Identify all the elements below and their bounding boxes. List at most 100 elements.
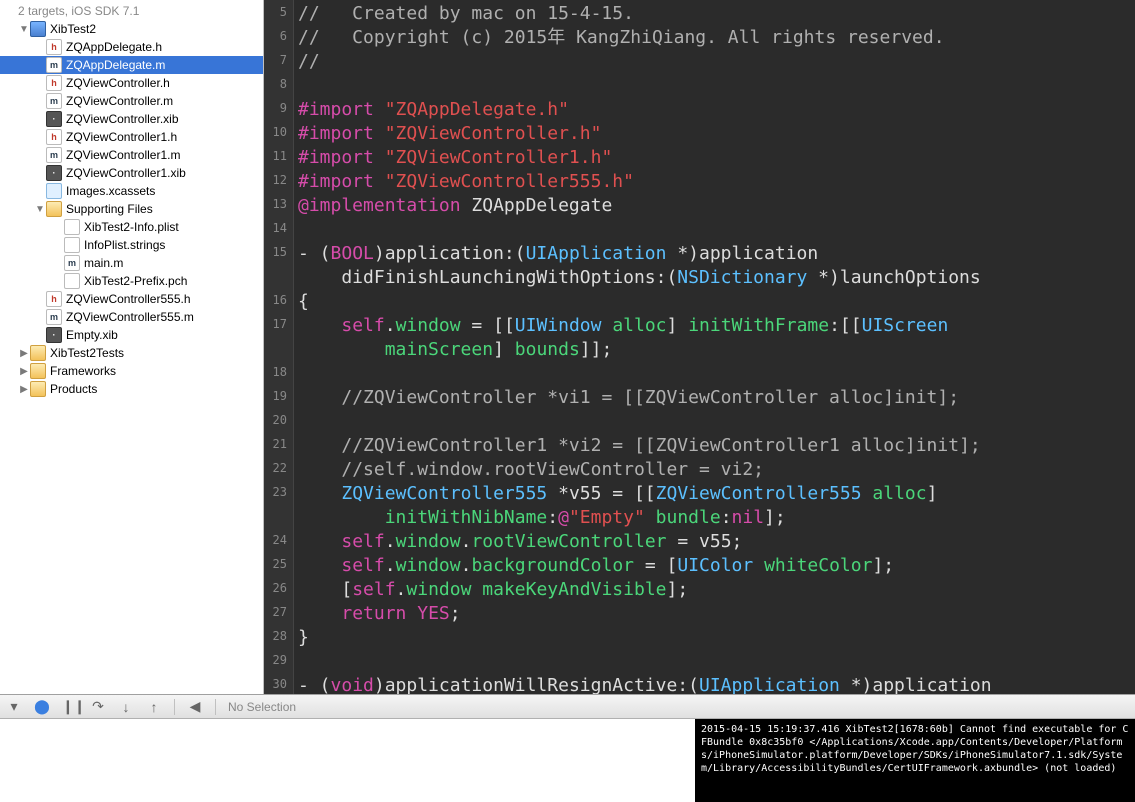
line-number: 28	[264, 624, 287, 648]
disclosure-triangle[interactable]	[18, 384, 30, 395]
assets-icon	[46, 183, 62, 199]
line-number: 13	[264, 192, 287, 216]
tree-item[interactable]: h ZQViewController1.h	[0, 128, 263, 146]
m-icon: m	[46, 93, 62, 109]
code-line[interactable]: //ZQViewController1 *vi2 = [[ZQViewContr…	[298, 434, 1131, 458]
folder-icon	[30, 363, 46, 379]
h-icon: h	[46, 129, 62, 145]
code-line[interactable]: - (BOOL)application:(UIApplication *)app…	[298, 242, 1131, 290]
code-line[interactable]: #import "ZQViewController.h"	[298, 122, 1131, 146]
line-gutter: 5678910111213141516171819202122232425262…	[264, 0, 294, 694]
source-editor[interactable]: 5678910111213141516171819202122232425262…	[264, 0, 1135, 694]
line-number: 7	[264, 48, 287, 72]
plist-icon	[64, 273, 80, 289]
tree-item[interactable]: Supporting Files	[0, 200, 263, 218]
code-line[interactable]	[298, 362, 1131, 386]
code-line[interactable]	[298, 650, 1131, 674]
tree-item[interactable]: ·ZQViewController1.xib	[0, 164, 263, 182]
step-out-icon[interactable]: ↑	[146, 699, 162, 715]
code-line[interactable]: #import "ZQViewController555.h"	[298, 170, 1131, 194]
tree-item-label: Products	[50, 382, 97, 396]
code-line[interactable]: #import "ZQAppDelegate.h"	[298, 98, 1131, 122]
line-number: 5	[264, 0, 287, 24]
code-line[interactable]	[298, 410, 1131, 434]
tree-item[interactable]: Images.xcassets	[0, 182, 263, 200]
location-icon[interactable]: ◀	[187, 698, 203, 715]
code-content[interactable]: // Created by mac on 15-4-15.// Copyrigh…	[294, 0, 1135, 694]
code-line[interactable]: self.window = [[UIWindow alloc] initWith…	[298, 314, 1131, 362]
tree-item[interactable]: m ZQViewController.m	[0, 92, 263, 110]
tree-item[interactable]: Frameworks	[0, 362, 263, 380]
folder-icon	[30, 381, 46, 397]
code-line[interactable]: #import "ZQViewController1.h"	[298, 146, 1131, 170]
tree-item-label: XibTest2-Prefix.pch	[84, 274, 187, 288]
line-number: 30	[264, 672, 287, 694]
line-number: 8	[264, 72, 287, 96]
code-line[interactable]: ZQViewController555 *v55 = [[ZQViewContr…	[298, 482, 1131, 530]
code-line[interactable]: // Copyright (c) 2015年 KangZhiQiang. All…	[298, 26, 1131, 50]
line-number: 6	[264, 24, 287, 48]
toggle-debug-icon[interactable]: ▾	[6, 698, 22, 715]
tree-item[interactable]: hZQViewController.h	[0, 74, 263, 92]
tree-item-label: ZQViewController.xib	[66, 112, 179, 126]
m-icon: m	[46, 309, 62, 325]
disclosure-triangle[interactable]	[34, 204, 46, 215]
code-line[interactable]: {	[298, 290, 1131, 314]
code-line[interactable]	[298, 74, 1131, 98]
h-icon: h	[46, 291, 62, 307]
tree-item[interactable]: XibTest2-Info.plist	[0, 218, 263, 236]
tree-item[interactable]: XibTest2	[0, 20, 263, 38]
tree-item[interactable]: InfoPlist.strings	[0, 236, 263, 254]
tree-item-label: XibTest2	[50, 22, 96, 36]
step-over-icon[interactable]: ↷	[90, 698, 106, 715]
line-number: 21	[264, 432, 287, 456]
tree-item-label: ZQViewController1.m	[66, 148, 180, 162]
variables-view[interactable]	[0, 719, 695, 802]
tree-item[interactable]: h ZQViewController555.h	[0, 290, 263, 308]
line-number: 9	[264, 96, 287, 120]
line-number: 20	[264, 408, 287, 432]
console-output[interactable]: 2015-04-15 15:19:37.416 XibTest2[1678:60…	[695, 719, 1135, 802]
disclosure-triangle[interactable]	[18, 24, 30, 35]
tree-item[interactable]: mZQViewController1.m	[0, 146, 263, 164]
line-number: 14	[264, 216, 287, 240]
project-navigator[interactable]: 2 targets, iOS SDK 7.1 XibTest2hZQAppDel…	[0, 0, 264, 694]
tree-item[interactable]: XibTest2-Prefix.pch	[0, 272, 263, 290]
step-in-icon[interactable]: ↓	[118, 699, 134, 715]
tree-item-label: ZQViewController1.h	[66, 130, 177, 144]
code-line[interactable]: @implementation ZQAppDelegate	[298, 194, 1131, 218]
tree-item[interactable]: mZQViewController555.m	[0, 308, 263, 326]
tree-item[interactable]: hZQAppDelegate.h	[0, 38, 263, 56]
tree-item-label: ZQViewController.h	[66, 76, 170, 90]
tree-item[interactable]: XibTest2Tests	[0, 344, 263, 362]
code-line[interactable]: [self.window makeKeyAndVisible];	[298, 578, 1131, 602]
line-number: 24	[264, 528, 287, 552]
tree-item[interactable]: mmain.m	[0, 254, 263, 272]
disclosure-triangle[interactable]	[18, 348, 30, 359]
code-line[interactable]: return YES;	[298, 602, 1131, 626]
pause-icon[interactable]: ❙❙	[62, 698, 78, 715]
tree-item-label: ZQViewController555.h	[66, 292, 191, 306]
line-number: 12	[264, 168, 287, 192]
code-line[interactable]	[298, 218, 1131, 242]
code-line[interactable]: self.window.rootViewController = v55;	[298, 530, 1131, 554]
tree-item-label: ZQViewController.m	[66, 94, 173, 108]
breakpoint-icon[interactable]: ⬤	[34, 698, 50, 715]
disclosure-triangle[interactable]	[18, 366, 30, 377]
debug-toolbar[interactable]: ▾ ⬤ ❙❙ ↷ ↓ ↑ ◀ No Selection	[0, 695, 1135, 719]
code-line[interactable]: self.window.backgroundColor = [UIColor w…	[298, 554, 1131, 578]
tree-item[interactable]: ·ZQViewController.xib	[0, 110, 263, 128]
tree-item-label: XibTest2Tests	[50, 346, 124, 360]
tree-item[interactable]: ·Empty.xib	[0, 326, 263, 344]
line-number: 23	[264, 480, 287, 528]
code-line[interactable]: //ZQViewController *vi1 = [[ZQViewContro…	[298, 386, 1131, 410]
tree-item-label: ZQAppDelegate.h	[66, 40, 162, 54]
code-line[interactable]: }	[298, 626, 1131, 650]
tree-item[interactable]: Products	[0, 380, 263, 398]
tree-item[interactable]: mZQAppDelegate.m	[0, 56, 263, 74]
code-line[interactable]: - (void)applicationWillResignActive:(UIA…	[298, 674, 1131, 694]
line-number: 15	[264, 240, 287, 288]
code-line[interactable]: // Created by mac on 15-4-15.	[298, 2, 1131, 26]
code-line[interactable]: //	[298, 50, 1131, 74]
code-line[interactable]: //self.window.rootViewController = vi2;	[298, 458, 1131, 482]
